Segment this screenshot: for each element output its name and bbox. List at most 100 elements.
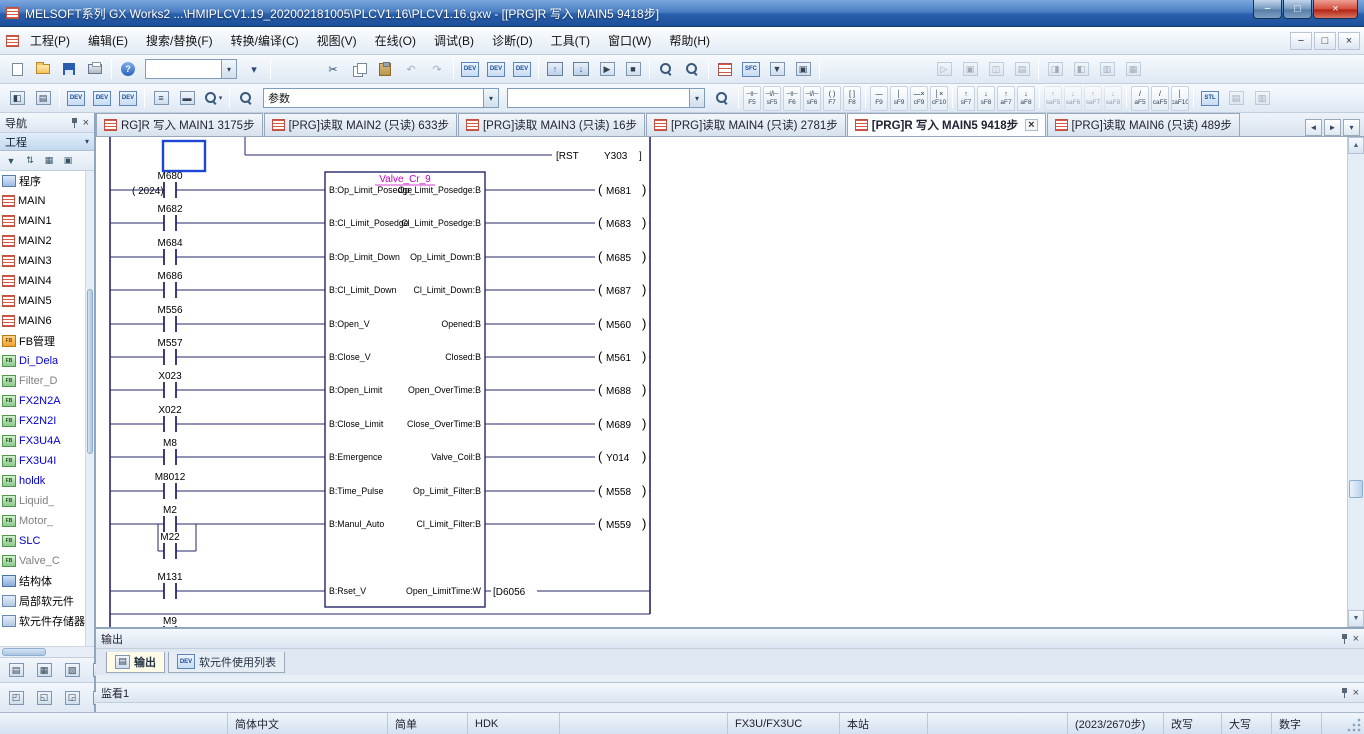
tree-item[interactable]: FBLiquid_ xyxy=(0,491,94,511)
menu-item[interactable]: 搜索/替换(F) xyxy=(137,28,222,53)
zoom-icon[interactable] xyxy=(654,57,678,81)
ladder-symbol-sf7-button[interactable]: ↑sF7 xyxy=(957,86,975,111)
verify-icon[interactable]: DEV xyxy=(510,57,534,81)
close-tab-icon[interactable]: × xyxy=(1025,119,1037,131)
statement-display-icon[interactable]: DEV xyxy=(90,86,114,110)
minimize-button[interactable]: − xyxy=(1253,0,1282,19)
tree-item[interactable]: FBValve_C xyxy=(0,551,94,571)
ladder-symbol-cf9-button[interactable]: —×cF9 xyxy=(910,86,928,111)
tree-item[interactable]: FBFX3U4I xyxy=(0,451,94,471)
stl-instruction-icon[interactable]: STL xyxy=(1198,86,1222,110)
nav-display-setting-icon[interactable]: ▼ xyxy=(2,153,20,169)
find-device-combobox[interactable]: ▾ xyxy=(507,88,705,108)
tree-item[interactable]: MAIN2 xyxy=(0,231,94,251)
ladder-symbol-cf10-button[interactable]: │×cF10 xyxy=(930,86,948,111)
document-tab[interactable]: [PRG]读取 MAIN2 (只读) 633步 xyxy=(264,113,457,136)
open-project-icon[interactable] xyxy=(31,57,55,81)
ladder-canvas[interactable]: [RSTY303]( 2024)Valve_Cr_9M680B:Op_Limit… xyxy=(96,137,1347,627)
tree-item[interactable]: MAIN6 xyxy=(0,311,94,331)
help-icon[interactable]: ? xyxy=(116,57,140,81)
document-tab[interactable]: [PRG]读取 MAIN4 (只读) 2781步 xyxy=(646,113,846,136)
monitor-start-icon[interactable]: ▶ xyxy=(595,57,619,81)
menu-item[interactable]: 窗口(W) xyxy=(599,28,660,53)
ladder-symbol-af8-button[interactable]: ↓aF8 xyxy=(1017,86,1035,111)
tree-item[interactable]: 软元件存储器 xyxy=(0,611,94,631)
tree-item[interactable]: FBMotor_ xyxy=(0,511,94,531)
print-icon[interactable] xyxy=(83,57,107,81)
write-to-plc-icon[interactable]: ↓ xyxy=(569,57,593,81)
output-tab[interactable]: ▤输出 xyxy=(106,652,165,673)
note-display-icon[interactable]: DEV xyxy=(116,86,140,110)
ladder-symbol-sf6-button[interactable]: ⊣/⊢sF6 xyxy=(803,86,821,111)
menu-item[interactable]: 诊断(D) xyxy=(483,28,542,53)
tree-vscrollbar[interactable] xyxy=(85,171,94,646)
tree-item[interactable]: MAIN1 xyxy=(0,211,94,231)
tree-item[interactable]: MAIN5 xyxy=(0,291,94,311)
read-from-plc-icon[interactable]: ↑ xyxy=(543,57,567,81)
element-selection-icon[interactable]: ▤ xyxy=(31,86,55,110)
tree-item[interactable]: FBDi_Dela xyxy=(0,351,94,371)
panel-connect-icon[interactable]: ◲ xyxy=(60,686,84,710)
device-memory-icon[interactable]: DEV xyxy=(484,57,508,81)
close-panel-icon[interactable]: × xyxy=(83,118,89,128)
project-view-icon[interactable]: ▤ xyxy=(4,658,28,682)
find-icon[interactable] xyxy=(680,57,704,81)
save-project-icon[interactable] xyxy=(57,57,81,81)
ladder-vscrollbar[interactable]: ▲ ▼ xyxy=(1347,137,1364,627)
ladder-edit-icon[interactable] xyxy=(713,57,737,81)
find-go-icon[interactable] xyxy=(710,86,734,110)
tree-item[interactable]: MAIN4 xyxy=(0,271,94,291)
combobox-arrow-icon[interactable]: ▾ xyxy=(221,60,236,78)
tree-item[interactable]: FBFX2N2I xyxy=(0,411,94,431)
pin-icon[interactable] xyxy=(1340,687,1349,698)
toolbar-options-icon[interactable]: ▾ xyxy=(242,57,266,81)
copy-icon[interactable] xyxy=(347,57,371,81)
menu-item[interactable]: 视图(V) xyxy=(308,28,366,53)
panel-project-icon[interactable]: ◰ xyxy=(4,686,28,710)
navigation-window-icon[interactable]: ◧ xyxy=(5,86,29,110)
document-tab[interactable]: [PRG]读取 MAIN3 (只读) 16步 xyxy=(458,113,645,136)
scroll-thumb[interactable] xyxy=(1349,480,1363,498)
menu-item[interactable]: 工程(P) xyxy=(21,28,79,53)
ladder-symbol-af5-button[interactable]: /aF5 xyxy=(1131,86,1149,111)
ladder-symbol-f5-button[interactable]: ⊣⊢F5 xyxy=(743,86,761,111)
close-panel-icon[interactable]: × xyxy=(1353,634,1359,644)
mdi-restore-button[interactable]: □ xyxy=(1314,32,1336,50)
menu-item[interactable]: 编辑(E) xyxy=(79,28,137,53)
cut-icon[interactable]: ✂ xyxy=(321,57,345,81)
maximize-button[interactable]: □ xyxy=(1283,0,1312,19)
ladder-editor[interactable]: [RSTY303]( 2024)Valve_Cr_9M680B:Op_Limit… xyxy=(96,137,1364,627)
scroll-up-button[interactable]: ▲ xyxy=(1348,137,1364,154)
document-tab[interactable]: [PRG]R 写入 MAIN5 9418步× xyxy=(847,113,1046,136)
tab-menu-button[interactable]: ▾ xyxy=(1343,119,1360,136)
tree-item[interactable]: FBFX3U4A xyxy=(0,431,94,451)
tree-item[interactable]: 局部软元件 xyxy=(0,591,94,611)
close-button[interactable]: × xyxy=(1313,0,1358,19)
mdi-minimize-button[interactable]: − xyxy=(1290,32,1312,50)
menu-item[interactable]: 调试(B) xyxy=(425,28,483,53)
tree-scroll-thumb[interactable] xyxy=(87,289,93,454)
new-project-icon[interactable] xyxy=(5,57,29,81)
tree-item[interactable]: 程序 xyxy=(0,171,94,191)
sfc-block-icon[interactable]: SFC xyxy=(739,57,763,81)
device-comment-icon[interactable]: DEV xyxy=(458,57,482,81)
pin-icon[interactable] xyxy=(70,117,79,128)
document-tab[interactable]: RG]R 写入 MAIN1 3175步 xyxy=(96,113,263,136)
mdi-close-button[interactable]: × xyxy=(1338,32,1360,50)
project-section-header[interactable]: 工程 ▾ xyxy=(0,133,94,151)
tree-item[interactable]: FBFX2N2A xyxy=(0,391,94,411)
tab-scroll-left-button[interactable]: ◄ xyxy=(1305,119,1322,136)
output-tab[interactable]: DEV软元件使用列表 xyxy=(168,652,285,673)
combobox-arrow-icon[interactable]: ▾ xyxy=(483,89,498,107)
ladder-symbol-sf5-button[interactable]: ⊣/⊢sF5 xyxy=(763,86,781,111)
rebuild-all-icon[interactable]: ▣ xyxy=(791,57,815,81)
tree-item[interactable]: MAIN xyxy=(0,191,94,211)
nav-sort-icon[interactable]: ⇅ xyxy=(21,153,39,169)
tree-item[interactable]: 结构体 xyxy=(0,571,94,591)
pin-icon[interactable] xyxy=(1340,633,1349,644)
toolbar-combobox[interactable]: ▾ xyxy=(145,59,237,79)
tree-item[interactable]: FBholdk xyxy=(0,471,94,491)
ladder-symbol-f6-button[interactable]: ⊣⊢F6 xyxy=(783,86,801,111)
device-comment-display-icon[interactable]: DEV xyxy=(64,86,88,110)
ladder-symbol-f7-button[interactable]: ( )F7 xyxy=(823,86,841,111)
